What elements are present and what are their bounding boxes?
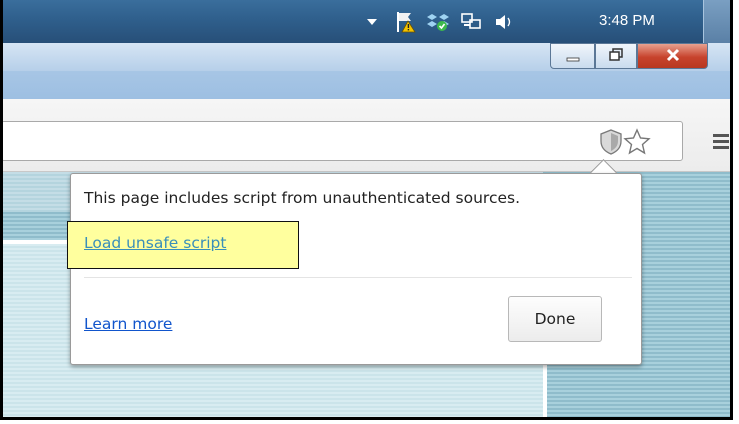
bubble-message: This page includes script from unauthent… [84, 189, 521, 207]
learn-more-link[interactable]: Learn more [84, 315, 172, 333]
window-controls [550, 43, 708, 71]
load-unsafe-script-link[interactable]: Load unsafe script [84, 234, 226, 252]
shield-icon[interactable] [598, 128, 624, 160]
show-desktop-button[interactable] [703, 0, 730, 43]
minimize-icon [565, 47, 581, 66]
maximize-icon [608, 47, 624, 66]
unsafe-script-bubble: This page includes script from unauthent… [67, 173, 642, 365]
close-button[interactable] [637, 43, 708, 69]
volume-icon[interactable] [494, 12, 514, 32]
bubble-divider [84, 277, 632, 278]
menu-icon[interactable] [711, 132, 730, 154]
done-button[interactable]: Done [508, 296, 602, 342]
taskbar-clock[interactable]: 3:48 PM [599, 12, 655, 29]
dropbox-icon[interactable] [427, 12, 449, 32]
chevron-down-icon[interactable] [366, 12, 378, 32]
screenshot-frame: 3:48 PM This page includes script from u… [0, 0, 733, 420]
network-icon[interactable] [460, 12, 482, 32]
close-icon [665, 47, 681, 66]
star-icon[interactable] [622, 127, 652, 161]
maximize-button[interactable] [595, 43, 637, 69]
action-center-flag-icon[interactable] [394, 12, 418, 33]
taskbar: 3:48 PM [3, 0, 730, 43]
address-bar[interactable] [3, 121, 683, 161]
minimize-button[interactable] [550, 43, 595, 69]
